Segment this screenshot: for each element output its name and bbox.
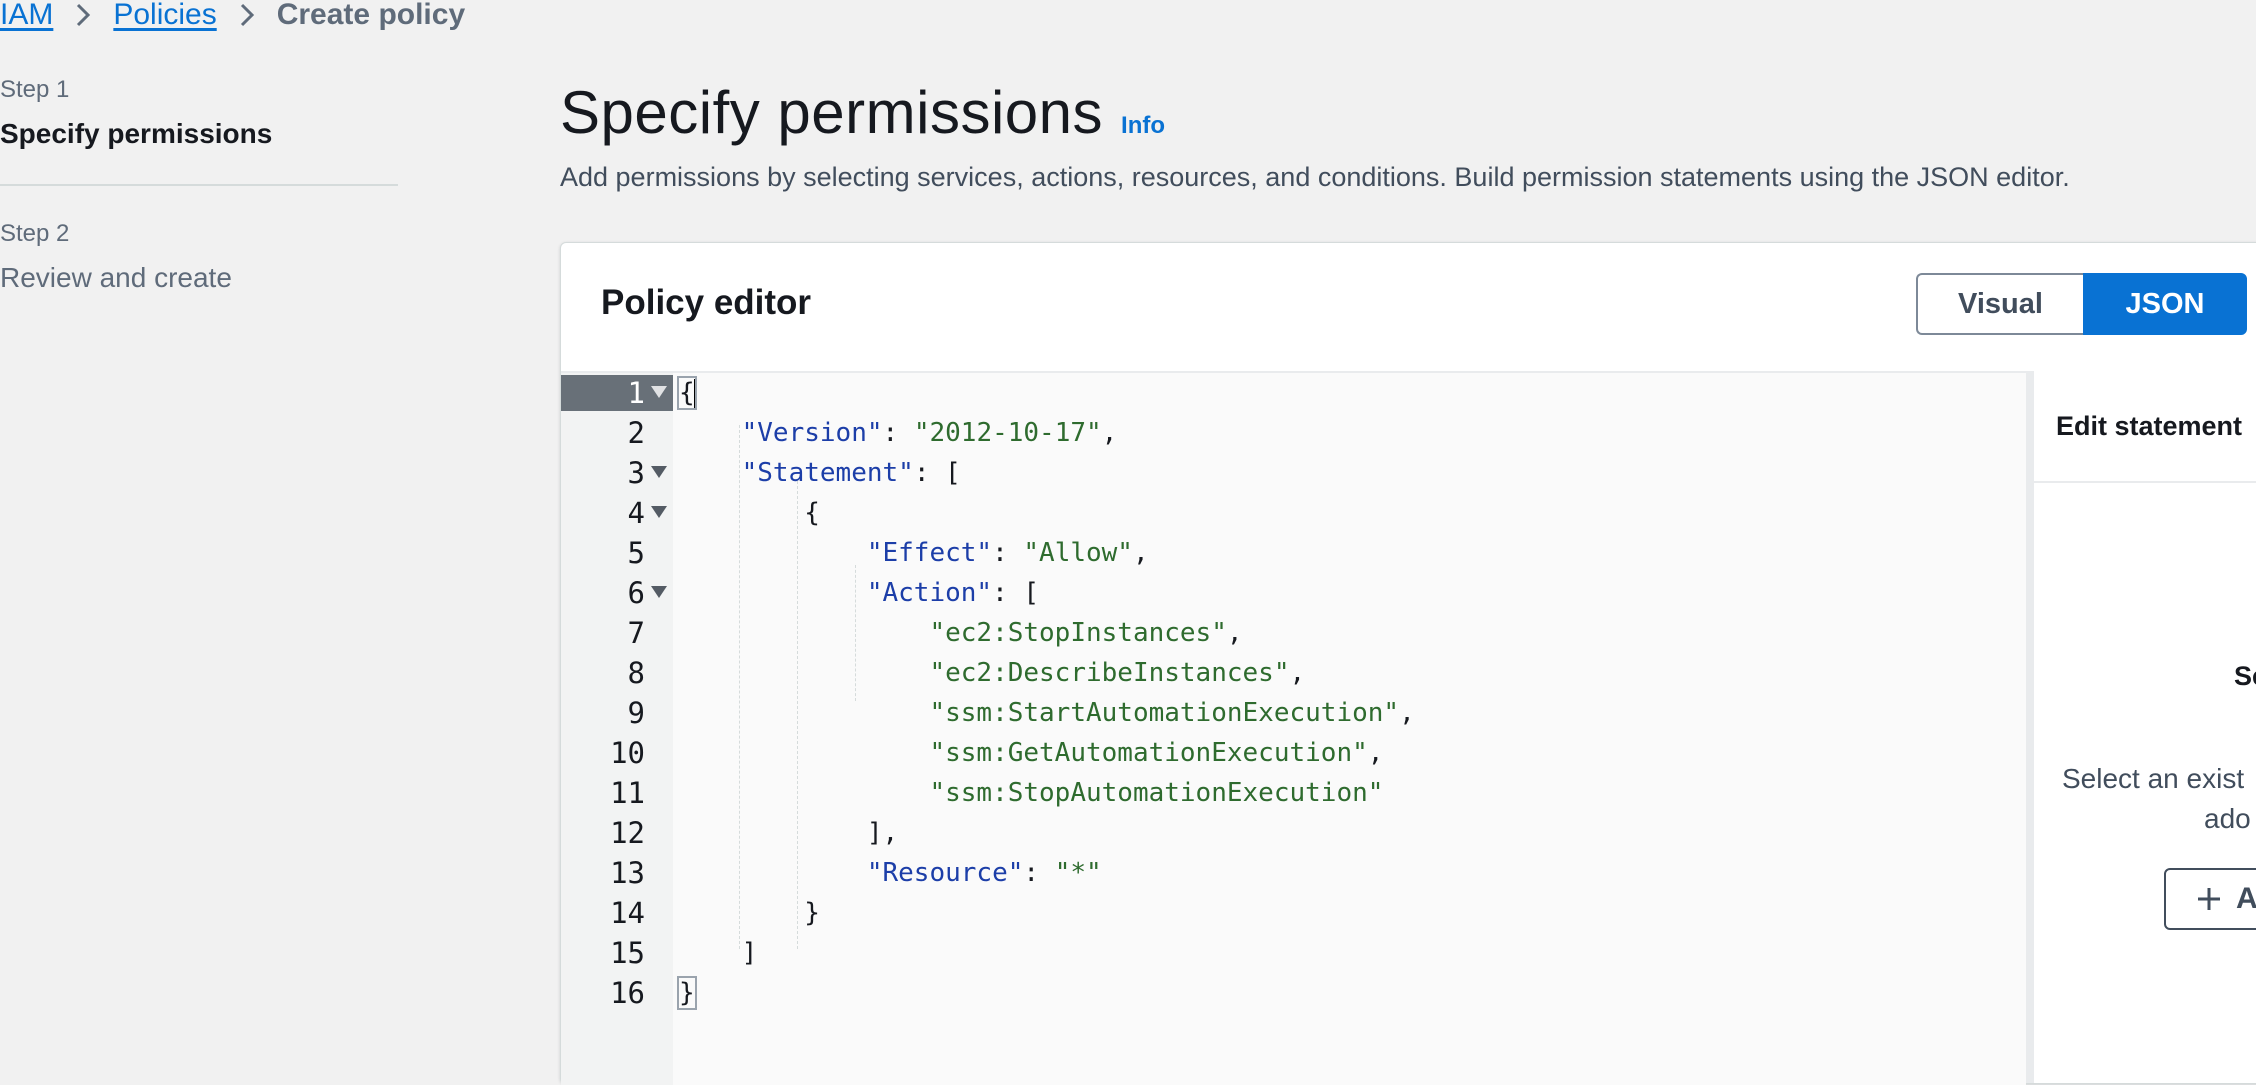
page-description: Add permissions by selecting services, a… [560, 162, 2070, 192]
code-text: } [679, 898, 820, 928]
edit-statement-panel: Edit statement Se Select an exist ado A [2034, 371, 2256, 1083]
plus-icon [2198, 888, 2220, 910]
code-line: 6 "Action": [ [561, 575, 2026, 615]
breadcrumb-policies-link[interactable]: Policies [113, 0, 216, 32]
breadcrumb: IAM Policies Create policy [0, 0, 466, 32]
code-line: 11 "ssm:StopAutomationExecution" [561, 775, 2026, 815]
code-line: 13 "Resource": "*" [561, 855, 2026, 895]
step-1-label: Step 1 [0, 76, 70, 103]
code-text: "Resource": "*" [866, 858, 1102, 888]
line-number: 12 [610, 816, 645, 850]
line-number: 14 [610, 896, 645, 930]
code-line: 4 { [561, 495, 2026, 535]
step-divider [0, 184, 398, 186]
visual-mode-button[interactable]: Visual [1916, 273, 2083, 335]
line-number: 4 [561, 495, 667, 531]
code-text: "Effect": "Allow", [866, 538, 1149, 568]
line-number: 10 [610, 736, 645, 770]
add-statement-label: A [2236, 882, 2256, 915]
code-line: 14 } [561, 895, 2026, 935]
policy-editor-header: Policy editor Visual JSON [561, 243, 2256, 371]
editor-resize-handle[interactable] [2026, 371, 2034, 1083]
code-text: "Action": [ [866, 578, 1040, 608]
text-cursor [693, 378, 697, 409]
code-text: ], [679, 818, 899, 848]
help-text-line-2: ado [2204, 803, 2251, 834]
edit-statement-subtitle: Se [2234, 661, 2256, 691]
step-1: Step 1 Specify permissions [0, 76, 400, 150]
breadcrumb-iam-link[interactable]: IAM [0, 0, 53, 32]
code-line: 16 } [561, 975, 2026, 1015]
line-number: 9 [627, 696, 645, 730]
code-line: 10 "ssm:GetAutomationExecution", [561, 735, 2026, 775]
add-statement-button[interactable]: A [2164, 868, 2256, 930]
json-code-editor[interactable]: 1 { 2 "Version": "2012-10-17", 3 "Statem… [561, 371, 2026, 1085]
step-2-title[interactable]: Review and create [0, 262, 400, 294]
code-text: "Statement": [ [741, 458, 961, 488]
step-2-label: Step 2 [0, 220, 70, 247]
line-number: 2 [627, 416, 645, 450]
code-text: "ssm:StartAutomationExecution", [929, 698, 1415, 728]
code-text: "ssm:GetAutomationExecution", [929, 738, 1384, 768]
chevron-right-icon [239, 2, 255, 28]
code-text: } [677, 976, 697, 1010]
editor-mode-toggle: Visual JSON [1916, 273, 2247, 335]
info-link[interactable]: Info [1121, 112, 1165, 140]
help-text-line-1: Select an exist [2062, 763, 2245, 794]
code-line: 9 "ssm:StartAutomationExecution", [561, 695, 2026, 735]
code-line: 5 "Effect": "Allow", [561, 535, 2026, 575]
breadcrumb-current: Create policy [276, 0, 466, 31]
fold-toggle-icon[interactable] [651, 586, 667, 598]
line-number: 7 [627, 616, 645, 650]
code-text: ] [679, 938, 758, 968]
edit-statement-help-text: Select an exist ado [2062, 759, 2256, 839]
code-line: 12 ], [561, 815, 2026, 855]
fold-toggle-icon[interactable] [651, 506, 667, 518]
fold-toggle-icon[interactable] [651, 466, 667, 478]
fold-toggle-icon[interactable] [651, 386, 667, 398]
json-mode-button[interactable]: JSON [2083, 273, 2247, 335]
line-number-active: 1 [561, 375, 673, 411]
line-number: 15 [610, 936, 645, 970]
code-line: 7 "ec2:StopInstances", [561, 615, 2026, 655]
code-text: { [679, 498, 820, 528]
line-number: 11 [610, 776, 645, 810]
policy-editor-panel: Policy editor Visual JSON 1 { 2 "Version… [560, 242, 2256, 1085]
code-line: 2 "Version": "2012-10-17", [561, 415, 2026, 455]
code-text: { [677, 376, 697, 410]
line-number: 3 [561, 455, 667, 491]
line-number: 13 [610, 856, 645, 890]
code-line: 1 { [561, 375, 2026, 415]
line-number: 8 [627, 656, 645, 690]
edit-statement-title: Edit statement [2034, 371, 2256, 483]
step-2: Step 2 Review and create [0, 220, 400, 294]
page-header: Specify permissions Info [560, 78, 1165, 147]
code-text: "ssm:StopAutomationExecution" [929, 778, 1384, 808]
page-title: Specify permissions [560, 79, 1104, 146]
wizard-steps: Step 1 Specify permissions Step 2 Review… [0, 76, 400, 294]
code-text: "Version": "2012-10-17", [741, 418, 1118, 448]
code-line: 8 "ec2:DescribeInstances", [561, 655, 2026, 695]
line-number: 5 [627, 536, 645, 570]
line-number: 16 [610, 976, 645, 1010]
line-number: 6 [561, 575, 667, 611]
step-1-title[interactable]: Specify permissions [0, 118, 400, 150]
code-text: "ec2:StopInstances", [929, 618, 1243, 648]
code-line: 3 "Statement": [ [561, 455, 2026, 495]
policy-editor-title: Policy editor [601, 283, 812, 322]
code-line: 15 ] [561, 935, 2026, 975]
chevron-right-icon [75, 2, 91, 28]
code-text: "ec2:DescribeInstances", [929, 658, 1306, 688]
